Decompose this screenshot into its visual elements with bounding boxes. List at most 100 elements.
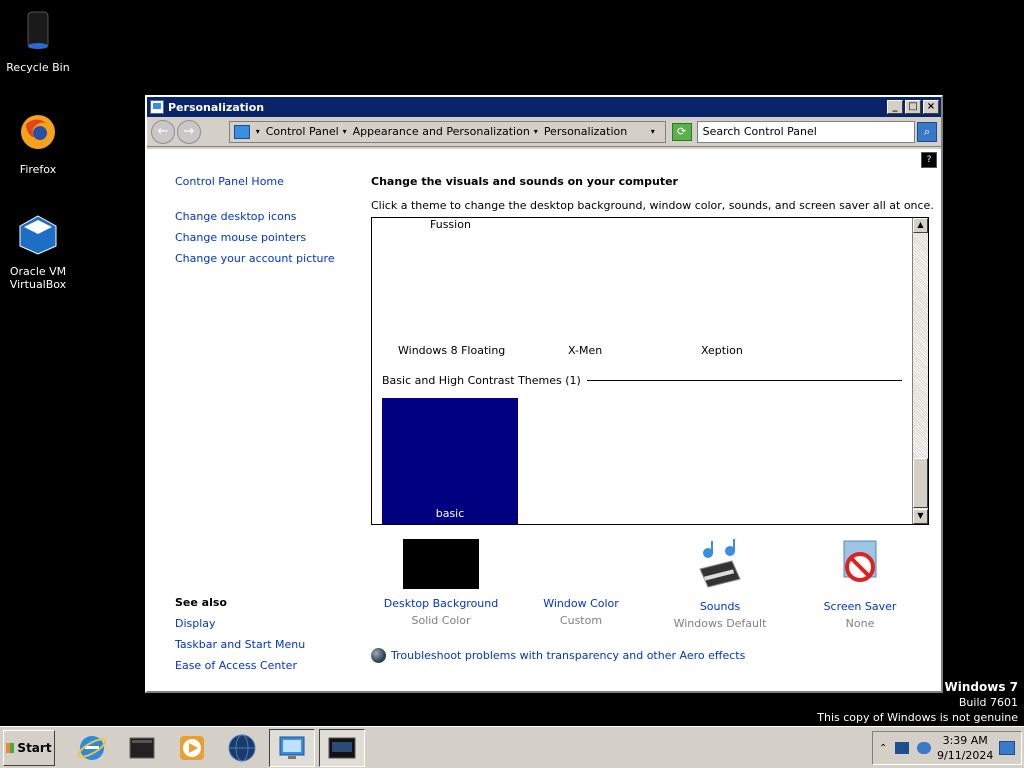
close-button[interactable]: × bbox=[923, 100, 939, 114]
file-explorer-icon bbox=[129, 737, 155, 758]
sounds-link[interactable]: Sounds bbox=[650, 600, 790, 614]
control-panel-home-link[interactable]: Control Panel Home bbox=[175, 171, 355, 192]
breadcrumb-personalization[interactable]: Personalization bbox=[544, 125, 627, 138]
window-color-item[interactable]: Window Color Custom bbox=[511, 539, 651, 631]
taskbar-media-player[interactable] bbox=[169, 729, 215, 767]
media-player-icon bbox=[180, 735, 204, 760]
desktop-icon-label: Recycle Bin bbox=[6, 61, 70, 74]
taskbar: Start ⌃ 3:39 AM 9/11/2024 bbox=[0, 726, 1024, 768]
theme-gallery: Fussion Windows 8 Floating X-Men Xeption… bbox=[371, 217, 929, 525]
theme-x-men[interactable]: X-Men bbox=[568, 344, 602, 357]
control-panel-icon bbox=[233, 124, 250, 139]
theme-basic[interactable]: basic bbox=[382, 398, 518, 524]
change-desktop-icons-link[interactable]: Change desktop icons bbox=[175, 206, 355, 227]
control-panel-icon bbox=[279, 736, 305, 759]
scroll-up-button[interactable]: ▲ bbox=[913, 218, 928, 233]
clock[interactable]: 3:39 AM 9/11/2024 bbox=[931, 733, 999, 763]
theme-basic-label: basic bbox=[435, 507, 465, 520]
theme-xeption[interactable]: Xeption bbox=[701, 344, 743, 357]
breadcrumb-appearance[interactable]: Appearance and Personalization bbox=[353, 125, 530, 138]
desktop-icon-firefox[interactable]: Firefox bbox=[0, 110, 76, 176]
vertical-scrollbar[interactable]: ▲ ▼ bbox=[912, 218, 928, 524]
search-icon[interactable]: ⌕ bbox=[917, 121, 937, 142]
show-hidden-icons-button[interactable]: ⌃ bbox=[879, 743, 887, 754]
chevron-down-icon[interactable]: ▾ bbox=[534, 127, 538, 136]
content-area: ? Control Panel Home Change desktop icon… bbox=[147, 149, 941, 691]
desktop-background-swatch bbox=[403, 539, 479, 589]
theme-windows-8-floating[interactable]: Windows 8 Floating bbox=[398, 344, 505, 357]
theme-fussion[interactable]: Fussion bbox=[430, 218, 471, 231]
network-globe-icon bbox=[228, 734, 256, 761]
sounds-item[interactable]: Sounds Windows Default bbox=[650, 539, 790, 634]
scroll-thumb[interactable] bbox=[913, 458, 928, 508]
minimize-button[interactable]: _ bbox=[887, 100, 903, 114]
windows-flag-icon bbox=[6, 742, 15, 753]
scroll-down-button[interactable]: ▼ bbox=[913, 509, 928, 524]
refresh-button[interactable]: ⟳ bbox=[671, 122, 692, 141]
maximize-button[interactable]: □ bbox=[905, 100, 921, 114]
back-button[interactable]: ← bbox=[151, 119, 175, 144]
taskbar-start-menu-link[interactable]: Taskbar and Start Menu bbox=[175, 634, 305, 655]
see-also-heading: See also bbox=[175, 596, 227, 609]
window-color-value: Custom bbox=[559, 614, 603, 627]
address-bar: ← → ▾ Control Panel ▾ Appearance and Per… bbox=[147, 117, 941, 147]
chevron-down-icon[interactable]: ▾ bbox=[343, 127, 347, 136]
ease-of-access-link[interactable]: Ease of Access Center bbox=[175, 655, 305, 676]
desktop-background-value: Solid Color bbox=[411, 614, 471, 627]
desktop-background-link[interactable]: Desktop Background bbox=[371, 597, 511, 611]
volume-icon[interactable] bbox=[917, 742, 932, 754]
show-desktop-button[interactable] bbox=[999, 741, 1015, 755]
change-account-picture-link[interactable]: Change your account picture bbox=[175, 248, 355, 269]
chevron-down-icon[interactable]: ▾ bbox=[256, 127, 260, 136]
personalization-window: Personalization _ □ × ← → ▾ Control Pane… bbox=[145, 95, 943, 693]
desktop-icon-label: Oracle VM VirtualBox bbox=[9, 265, 67, 291]
clock-date: 9/11/2024 bbox=[936, 749, 994, 762]
troubleshoot-row: Troubleshoot problems with transparency … bbox=[371, 645, 745, 666]
screen-saver-icon bbox=[843, 540, 877, 582]
breadcrumb[interactable]: ▾ Control Panel ▾ Appearance and Persona… bbox=[228, 120, 666, 143]
search-input[interactable]: Search Control Panel bbox=[696, 120, 916, 143]
taskbar-screen-capture[interactable] bbox=[319, 728, 365, 767]
desktop-background-item[interactable]: Desktop Background Solid Color bbox=[371, 539, 511, 631]
system-tray: ⌃ 3:39 AM 9/11/2024 bbox=[872, 731, 1022, 765]
title-bar[interactable]: Personalization _ □ × bbox=[147, 97, 941, 117]
page-title: Change the visuals and sounds on your co… bbox=[371, 175, 678, 188]
display-link[interactable]: Display bbox=[175, 613, 305, 634]
change-mouse-pointers-link[interactable]: Change mouse pointers bbox=[175, 227, 355, 248]
window-color-link[interactable]: Window Color bbox=[511, 597, 651, 611]
taskbar-control-panel[interactable] bbox=[269, 728, 315, 767]
basic-themes-group-header: Basic and High Contrast Themes (1) bbox=[382, 374, 902, 387]
virtualbox-icon bbox=[19, 215, 57, 255]
breadcrumb-control-panel[interactable]: Control Panel bbox=[266, 125, 339, 138]
personalization-icon bbox=[150, 100, 164, 114]
firefox-icon bbox=[21, 115, 55, 149]
screen-saver-item[interactable]: Screen Saver None bbox=[790, 539, 930, 634]
watermark-build: Build 7601 bbox=[958, 696, 1018, 709]
start-button[interactable]: Start bbox=[3, 729, 55, 766]
screen-saver-link[interactable]: Screen Saver bbox=[790, 600, 930, 614]
group-divider bbox=[586, 380, 902, 381]
troubleshoot-link[interactable]: Troubleshoot problems with transparency … bbox=[391, 645, 745, 666]
window-title: Personalization bbox=[168, 100, 265, 114]
screen-capture-icon bbox=[328, 737, 356, 758]
globe-icon bbox=[371, 648, 386, 663]
taskbar-network-globe[interactable] bbox=[219, 729, 265, 767]
recycle-bin-icon bbox=[27, 11, 49, 49]
clock-time: 3:39 AM bbox=[942, 734, 988, 747]
address-dropdown-icon[interactable]: ▾ bbox=[651, 127, 655, 136]
desktop-icon-recycle-bin[interactable]: Recycle Bin bbox=[0, 8, 76, 74]
page-subtitle: Click a theme to change the desktop back… bbox=[371, 199, 934, 212]
help-icon[interactable]: ? bbox=[921, 152, 937, 168]
taskbar-internet-explorer[interactable] bbox=[69, 729, 115, 767]
forward-button[interactable]: → bbox=[176, 119, 201, 144]
see-also-section: See also Display Taskbar and Start Menu … bbox=[175, 595, 305, 676]
internet-explorer-icon bbox=[77, 735, 107, 760]
watermark-notice: This copy of Windows is not genuine bbox=[817, 711, 1018, 724]
start-label: Start bbox=[17, 740, 52, 755]
sounds-icon bbox=[699, 539, 741, 588]
desktop-icon-label: Firefox bbox=[19, 163, 57, 176]
network-icon[interactable] bbox=[895, 742, 910, 754]
desktop-icon-virtualbox[interactable]: Oracle VM VirtualBox bbox=[0, 212, 76, 291]
sounds-value: Windows Default bbox=[673, 617, 767, 630]
taskbar-file-explorer[interactable] bbox=[119, 729, 165, 767]
